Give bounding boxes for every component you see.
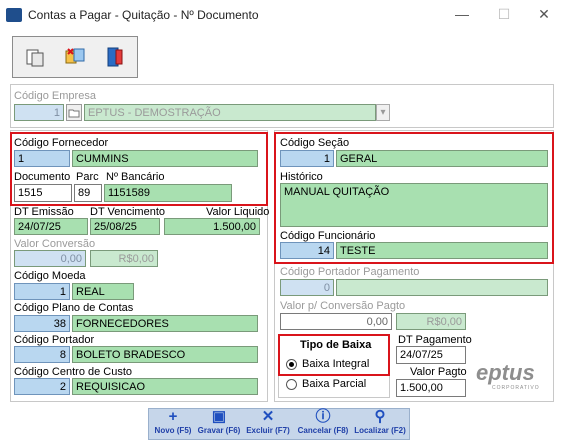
baixa-integral-radio[interactable] bbox=[286, 359, 297, 370]
parc-label: Parc bbox=[76, 171, 99, 183]
exit-door-icon[interactable] bbox=[104, 46, 126, 68]
moeda-name-field: REAL bbox=[72, 283, 134, 300]
valor-liquido-label: Valor Liquido bbox=[206, 206, 270, 218]
close-button[interactable]: ✕ bbox=[530, 3, 558, 25]
cancelar-label: Cancelar (F8) bbox=[297, 426, 349, 435]
valor-conv-pagto-label: Valor p/ Conversão Pagto bbox=[280, 300, 406, 312]
valor-conversao-field: 0,00 bbox=[14, 250, 86, 267]
window-title: Contas a Pagar - Quitação - Nº Documento bbox=[28, 8, 259, 22]
excluir-label: Excluir (F7) bbox=[246, 426, 290, 435]
novo-label: Novo (F5) bbox=[154, 426, 192, 435]
valor-conv-pagto-field: 0,00 bbox=[280, 313, 392, 330]
valor-conversao-label: Valor Conversão bbox=[14, 238, 96, 250]
copy-document-icon[interactable] bbox=[24, 46, 46, 68]
valor-conversao-currency-field: R$0,00 bbox=[90, 250, 158, 267]
centro-custo-code-field[interactable]: 2 bbox=[14, 378, 70, 395]
nbancario-label: Nº Bancário bbox=[106, 171, 165, 183]
portador-pagamento-code-field: 0 bbox=[280, 279, 334, 296]
excluir-button[interactable]: ✕ Excluir (F7) bbox=[244, 408, 292, 440]
dt-pagamento-label: DT Pagamento bbox=[398, 334, 472, 346]
localizar-label: Localizar (F2) bbox=[354, 426, 406, 435]
maximize-button[interactable]: ☐ bbox=[490, 3, 518, 25]
plus-icon: + bbox=[168, 408, 178, 425]
dt-pagamento-field[interactable]: 24/07/25 bbox=[396, 346, 466, 364]
minimize-button[interactable]: — bbox=[448, 3, 476, 25]
secao-name-field: GERAL bbox=[336, 150, 548, 167]
gravar-button[interactable]: ▣ Gravar (F6) bbox=[196, 408, 242, 440]
plano-contas-name-field: FORNECEDORES bbox=[72, 315, 258, 332]
save-icon: ▣ bbox=[211, 408, 227, 425]
novo-button[interactable]: + Novo (F5) bbox=[150, 408, 196, 440]
baixa-integral-label[interactable]: Baixa Integral bbox=[302, 358, 369, 370]
plano-contas-label: Código Plano de Contas bbox=[14, 302, 134, 314]
delete-icon: ✕ bbox=[261, 408, 275, 425]
search-icon: ⚲ bbox=[374, 408, 386, 425]
dt-emissao-label: DT Emissão bbox=[14, 206, 74, 218]
funcionario-name-field: TESTE bbox=[336, 242, 548, 259]
eptus-logo-sub: CORPORATIVO bbox=[492, 385, 540, 391]
portador-code-field[interactable]: 8 bbox=[14, 346, 70, 363]
dt-vencimento-field[interactable]: 25/08/25 bbox=[90, 218, 160, 235]
portador-pagamento-label: Código Portador Pagamento bbox=[280, 266, 420, 278]
transfer-icon[interactable] bbox=[64, 46, 86, 68]
dt-emissao-field[interactable]: 24/07/25 bbox=[14, 218, 88, 235]
centro-custo-name-field: REQUISICAO bbox=[72, 378, 258, 395]
cancelar-button[interactable]: ⓘ Cancelar (F8) bbox=[296, 408, 350, 440]
portador-name-field: BOLETO BRADESCO bbox=[72, 346, 258, 363]
documento-label: Documento bbox=[14, 171, 71, 183]
moeda-code-field[interactable]: 1 bbox=[14, 283, 70, 300]
gravar-label: Gravar (F6) bbox=[197, 426, 241, 435]
portador-pagamento-name-field bbox=[336, 279, 548, 296]
localizar-button[interactable]: ⚲ Localizar (F2) bbox=[352, 408, 408, 440]
funcionario-code-field[interactable]: 14 bbox=[280, 242, 334, 259]
fornecedor-label: Código Fornecedor bbox=[14, 137, 109, 149]
fornecedor-code-field[interactable]: 1 bbox=[14, 150, 70, 167]
valor-liquido-field[interactable]: 1.500,00 bbox=[164, 218, 260, 235]
eptus-logo: eptus bbox=[476, 360, 535, 385]
funcionario-label: Código Funcionário bbox=[280, 230, 376, 242]
dt-vencimento-label: DT Vencimento bbox=[90, 206, 166, 218]
nbancario-field[interactable]: 1151589 bbox=[104, 184, 232, 202]
parc-field[interactable]: 89 bbox=[74, 184, 102, 202]
historico-field[interactable]: MANUAL QUITAÇÃO bbox=[280, 183, 548, 227]
empresa-code-field[interactable]: 1 bbox=[14, 104, 64, 121]
tipo-baixa-title: Tipo de Baixa bbox=[300, 339, 372, 351]
fornecedor-name-field: CUMMINS bbox=[72, 150, 258, 167]
secao-code-field[interactable]: 1 bbox=[280, 150, 334, 167]
baixa-parcial-radio[interactable] bbox=[286, 379, 297, 390]
secao-label: Código Seção bbox=[280, 137, 350, 149]
cancel-icon: ⓘ bbox=[315, 408, 331, 425]
folder-search-icon[interactable] bbox=[66, 104, 82, 121]
empresa-name-field: EPTUS - DEMOSTRAÇÃO bbox=[84, 104, 376, 121]
baixa-parcial-label[interactable]: Baixa Parcial bbox=[302, 378, 366, 390]
portador-label: Código Portador bbox=[14, 334, 95, 346]
empresa-label: Código Empresa bbox=[14, 90, 96, 102]
plano-contas-code-field[interactable]: 38 bbox=[14, 315, 70, 332]
documento-field[interactable]: 1515 bbox=[14, 184, 72, 202]
moeda-label: Código Moeda bbox=[14, 270, 86, 282]
historico-label: Histórico bbox=[280, 171, 323, 183]
empresa-dropdown-button[interactable]: ▾ bbox=[376, 104, 390, 121]
centro-custo-label: Código Centro de Custo bbox=[14, 366, 133, 378]
valor-pagto-label: Valor Pagto bbox=[410, 366, 467, 378]
valor-pagto-field[interactable]: 1.500,00 bbox=[396, 379, 466, 397]
app-icon bbox=[6, 8, 22, 22]
valor-conv-pagto-currency-field: R$0,00 bbox=[396, 313, 466, 330]
